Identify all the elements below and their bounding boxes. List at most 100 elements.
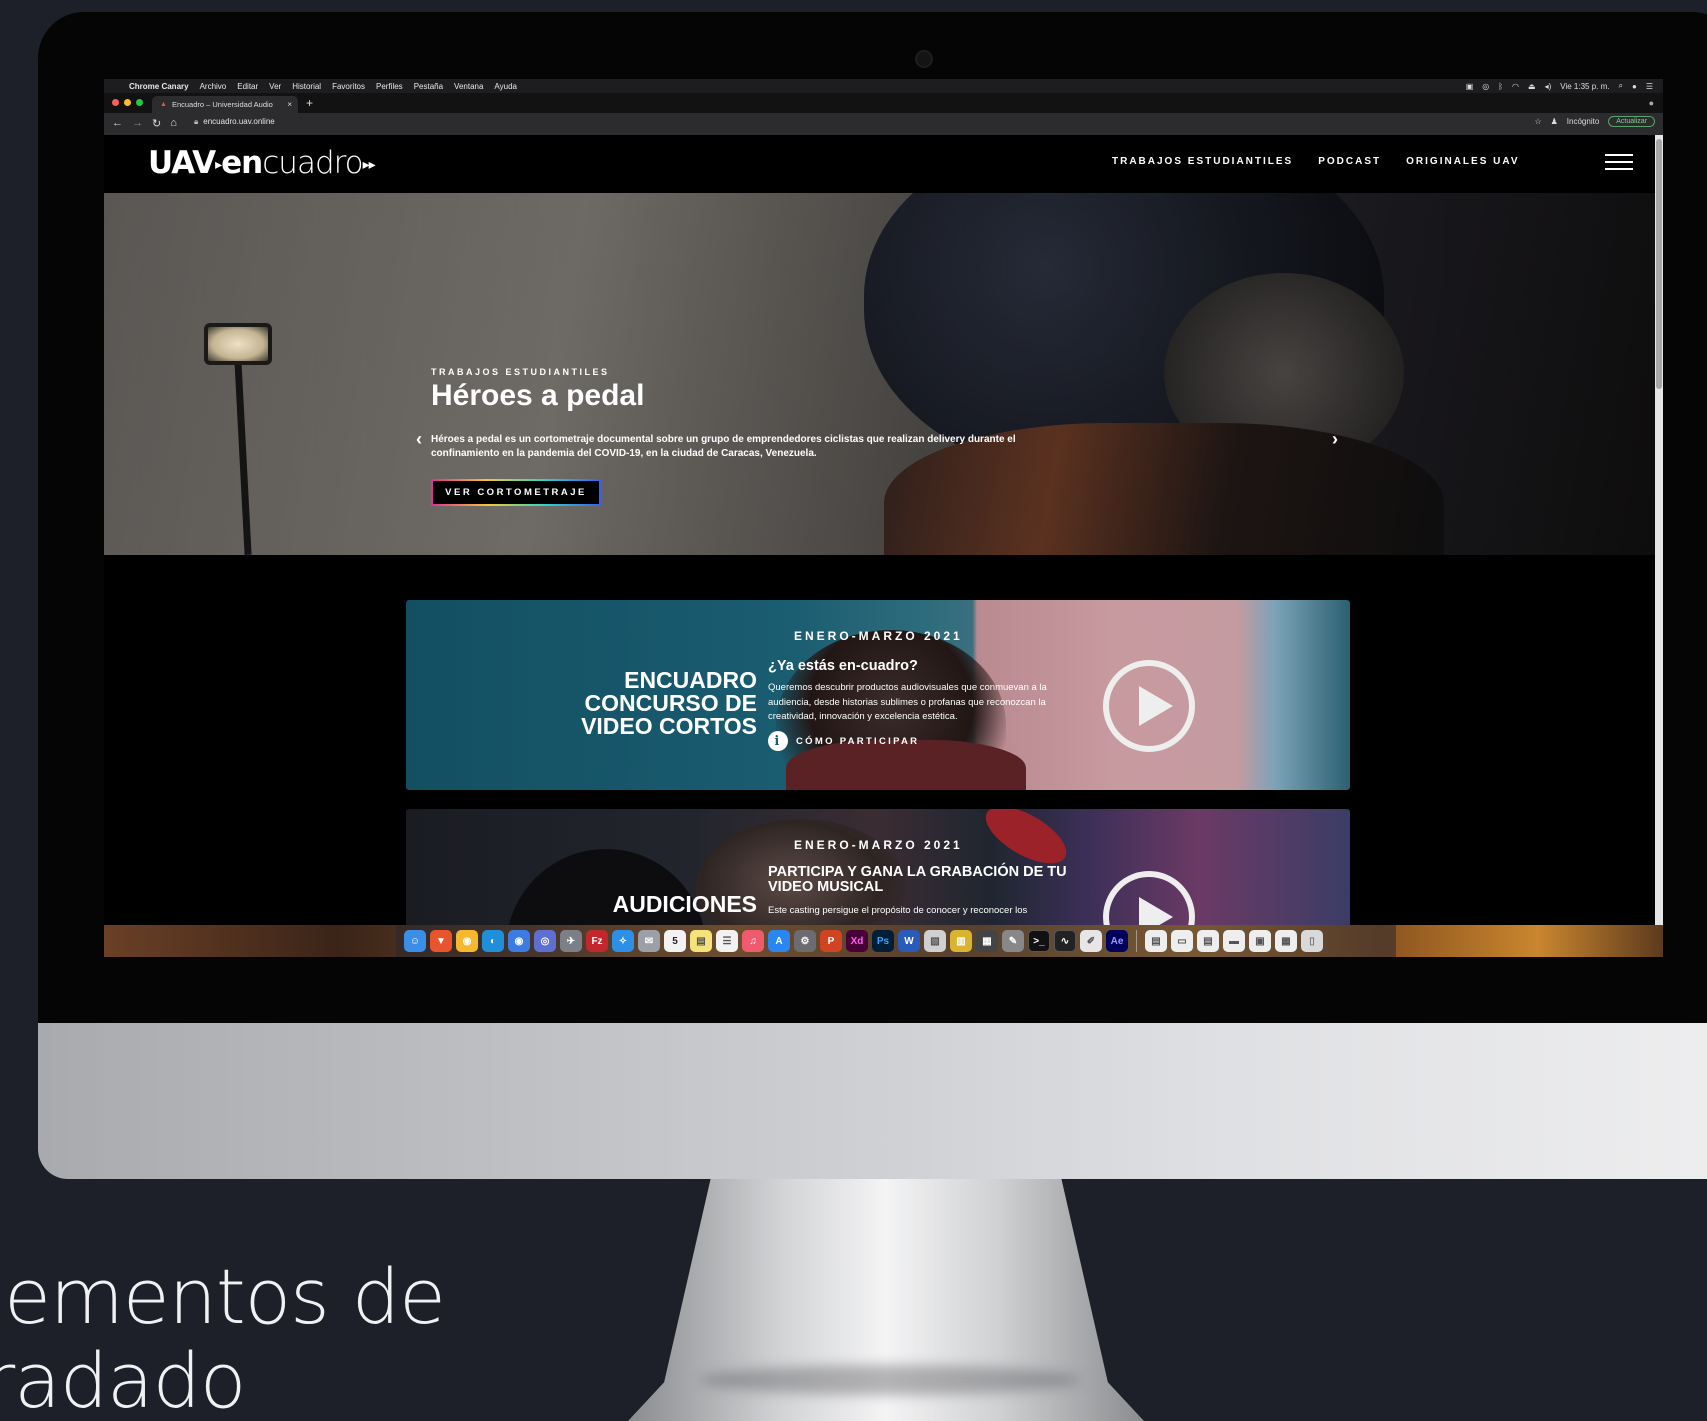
- calendar-icon[interactable]: 5: [664, 930, 686, 952]
- eject-icon[interactable]: ⏏: [1528, 82, 1536, 91]
- back-icon[interactable]: ←: [112, 117, 123, 130]
- reload-icon[interactable]: ↻: [152, 117, 161, 130]
- contest-question: ¿Ya estás en-cuadro?: [768, 658, 918, 674]
- trash-icon[interactable]: ▯: [1301, 930, 1323, 952]
- bookmark-star-icon[interactable]: ☆: [1534, 117, 1541, 126]
- archive-utility-icon[interactable]: ▥: [950, 930, 972, 952]
- tab-close-icon[interactable]: ×: [287, 100, 292, 109]
- activity-monitor-icon[interactable]: ∿: [1054, 930, 1076, 952]
- browser-tab[interactable]: ▲ Encuadro – Universidad Audio ×: [152, 96, 298, 113]
- play-icon[interactable]: [1103, 660, 1195, 752]
- nav-originales-uav[interactable]: ORIGINALES UAV: [1406, 156, 1519, 167]
- banner-bg-mic: [506, 849, 706, 929]
- preview-icon[interactable]: ▧: [924, 930, 946, 952]
- textedit-icon[interactable]: ✎: [1002, 930, 1024, 952]
- close-window-icon[interactable]: [112, 99, 119, 106]
- menubar-status: ▣ ◎ ᛒ ◠ ⏏ ◂) Vie 1:35 p. m. ⌕ ● ☰: [1466, 79, 1653, 93]
- launchpad-icon[interactable]: ✈: [560, 930, 582, 952]
- menu-ayuda[interactable]: Ayuda: [494, 82, 517, 91]
- zoom-window-icon[interactable]: [136, 99, 143, 106]
- system-preferences-icon[interactable]: ⚙: [794, 930, 816, 952]
- contest-banner[interactable]: ENERO-MARZO 2021 ENCUADRO CONCURSO DE VI…: [406, 600, 1350, 790]
- after-effects-icon[interactable]: Ae: [1106, 930, 1128, 952]
- script-editor-icon[interactable]: ✐: [1080, 930, 1102, 952]
- incognito-label[interactable]: Incógnito: [1567, 117, 1599, 126]
- document-icon[interactable]: ▤: [1145, 930, 1167, 952]
- slider-next-icon[interactable]: ›: [1332, 429, 1338, 450]
- scrollbar-thumb[interactable]: [1656, 139, 1662, 389]
- screen: Chrome Canary Archivo Editar Ver Histori…: [104, 79, 1663, 957]
- menu-historial[interactable]: Historial: [292, 82, 321, 91]
- caption-line-1: lementos de: [0, 1252, 446, 1341]
- hamburger-menu-icon[interactable]: [1605, 154, 1633, 170]
- menu-app-name[interactable]: Chrome Canary: [129, 82, 189, 91]
- imac-chin: [38, 1023, 1707, 1179]
- chrome-icon[interactable]: ◉: [508, 930, 530, 952]
- contest-title-line-2: CONCURSO DE: [584, 690, 757, 716]
- safari-icon[interactable]: ✧: [612, 930, 634, 952]
- logo-play-icon: ▸: [215, 157, 222, 173]
- chrome-canary-icon[interactable]: ◉: [456, 930, 478, 952]
- wifi-icon[interactable]: ◠: [1512, 82, 1519, 91]
- home-icon[interactable]: ⌂: [170, 117, 177, 130]
- powerpoint-icon[interactable]: P: [820, 930, 842, 952]
- notes-icon[interactable]: ▤: [690, 930, 712, 952]
- url-text: encuadro.uav.online: [203, 117, 275, 126]
- slider-prev-icon[interactable]: ‹: [416, 429, 422, 450]
- control-center-icon[interactable]: ☰: [1646, 82, 1653, 91]
- stand-shadow: [700, 1365, 1080, 1395]
- reminders-icon[interactable]: ☰: [716, 930, 738, 952]
- document-icon[interactable]: ▦: [1275, 930, 1297, 952]
- edge-icon[interactable]: ◐: [482, 930, 504, 952]
- siri-icon[interactable]: ●: [1632, 82, 1637, 91]
- document-icon[interactable]: ▣: [1249, 930, 1271, 952]
- screenshot-icon[interactable]: ▣: [1466, 82, 1474, 91]
- play-icon-2[interactable]: [1103, 871, 1195, 929]
- photo-booth-icon[interactable]: ▦: [976, 930, 998, 952]
- menu-archivo[interactable]: Archivo: [200, 82, 227, 91]
- word-icon[interactable]: W: [898, 930, 920, 952]
- photoshop-icon[interactable]: Ps: [872, 930, 894, 952]
- filezilla-icon[interactable]: Fz: [586, 930, 608, 952]
- brave-icon[interactable]: ▼: [430, 930, 452, 952]
- tab-title: Encuadro – Universidad Audio: [171, 100, 273, 109]
- auditions-banner[interactable]: ENERO-MARZO 2021 AUDICIONES PARTICIPA Y …: [406, 809, 1350, 929]
- minimize-window-icon[interactable]: [124, 99, 131, 106]
- menu-editar[interactable]: Editar: [237, 82, 258, 91]
- bluetooth-icon[interactable]: ᛒ: [1498, 82, 1503, 91]
- spotlight-icon[interactable]: ⌕: [1619, 81, 1623, 91]
- menu-perfiles[interactable]: Perfiles: [376, 82, 403, 91]
- finder-icon[interactable]: ☺: [404, 930, 426, 952]
- new-tab-button[interactable]: +: [306, 96, 313, 110]
- terminal-icon[interactable]: >_: [1028, 930, 1050, 952]
- watch-short-film-button[interactable]: VER CORTOMETRAJE: [431, 479, 601, 506]
- extension-icon[interactable]: ♟: [1551, 117, 1558, 126]
- hero-overlay: [104, 193, 1655, 555]
- tab-search-icon[interactable]: ●: [1649, 98, 1654, 108]
- nav-trabajos-estudiantiles[interactable]: TRABAJOS ESTUDIANTILES: [1112, 156, 1293, 167]
- menu-ver[interactable]: Ver: [269, 82, 281, 91]
- menu-favoritos[interactable]: Favoritos: [332, 82, 365, 91]
- forward-icon[interactable]: →: [132, 117, 143, 130]
- document-icon[interactable]: ▬: [1223, 930, 1245, 952]
- menubar-clock[interactable]: Vie 1:35 p. m.: [1560, 82, 1609, 91]
- menu-pestana[interactable]: Pestaña: [414, 82, 443, 91]
- site-logo[interactable]: UAV▸encuadro▸▸: [148, 145, 376, 181]
- how-to-participate-link[interactable]: i CÓMO PARTICIPAR: [768, 731, 919, 751]
- dock-separator: [1136, 930, 1137, 952]
- menu-ventana[interactable]: Ventana: [454, 82, 483, 91]
- adobe-xd-icon[interactable]: Xd: [846, 930, 868, 952]
- app-store-icon[interactable]: A: [768, 930, 790, 952]
- macos-dock: ☺ ▼ ◉ ◐ ◉ ◎ ✈ Fz ✧ ✉ 5 ▤ ☰ ♫ A ⚙ P Xd Ps…: [396, 925, 1396, 957]
- siri-dock-icon[interactable]: ◎: [534, 930, 556, 952]
- creative-cloud-icon[interactable]: ◎: [1482, 82, 1489, 91]
- document-icon[interactable]: ▤: [1197, 930, 1219, 952]
- mail-icon[interactable]: ✉: [638, 930, 660, 952]
- music-icon[interactable]: ♫: [742, 930, 764, 952]
- nav-podcast[interactable]: PODCAST: [1318, 156, 1381, 167]
- document-icon[interactable]: ▭: [1171, 930, 1193, 952]
- address-input[interactable]: 🔒︎ encuadro.uav.online: [194, 117, 275, 127]
- browser-toolbar: ← → ↻ ⌂ 🔒︎ encuadro.uav.online ☆ ♟ Incógn…: [104, 113, 1663, 135]
- update-button[interactable]: Actualizar: [1608, 116, 1655, 127]
- volume-icon[interactable]: ◂): [1545, 82, 1552, 91]
